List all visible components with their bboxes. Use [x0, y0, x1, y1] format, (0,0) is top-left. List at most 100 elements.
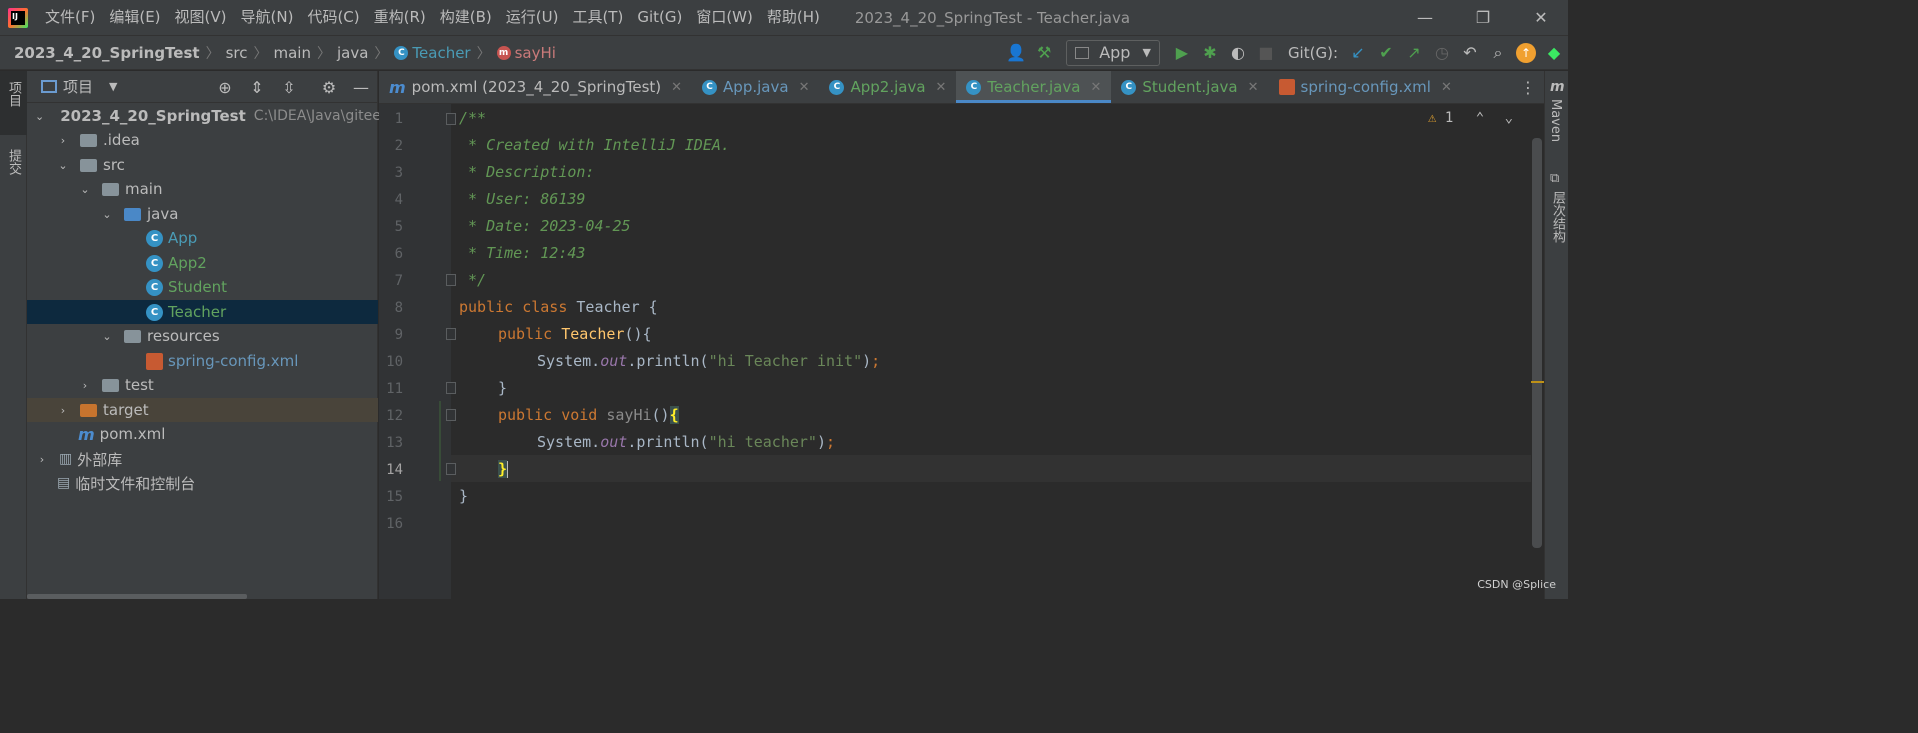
collapse-all-icon[interactable]: ⇳	[279, 77, 299, 97]
code-editor[interactable]: 1 2 3 4 5 6 7 8 9 10 11 12 13 14 15 16 /…	[379, 104, 1531, 599]
menu-file[interactable]: 文件(F)	[38, 0, 102, 35]
tab-pom-xml[interactable]: m pom.xml (2023_4_20_SpringTest) ✕	[379, 71, 692, 103]
menu-edit[interactable]: 编辑(E)	[102, 0, 167, 35]
tab-teacher-java[interactable]: C Teacher.java ✕	[956, 71, 1112, 103]
debug-icon[interactable]: ✱	[1196, 39, 1224, 67]
tree-item-pom[interactable]: m pom.xml	[27, 422, 378, 446]
search-icon[interactable]: ⌕	[1484, 39, 1512, 67]
fold-marker-icon[interactable]	[446, 328, 456, 340]
close-icon[interactable]: ✕	[936, 80, 947, 95]
tab-spring-config-xml[interactable]: spring-config.xml ✕	[1269, 71, 1462, 103]
chevron-right-icon: ›	[60, 133, 66, 147]
restore-button[interactable]: ❐	[1454, 0, 1512, 35]
menu-tools[interactable]: 工具(T)	[565, 0, 630, 35]
git-update-icon[interactable]: ↙	[1344, 39, 1372, 67]
user-icon[interactable]: 👤	[1002, 39, 1030, 67]
menu-help[interactable]: 帮助(H)	[760, 0, 827, 35]
expand-all-icon[interactable]: ⇕	[247, 77, 267, 97]
locate-file-icon[interactable]: ⊕	[215, 77, 235, 97]
rollback-icon[interactable]: ↶	[1456, 39, 1484, 67]
project-horizontal-scrollbar[interactable]	[27, 594, 247, 599]
tool-tab-structure[interactable]: 层次结构	[1548, 191, 1567, 243]
tree-item-test[interactable]: › test	[27, 373, 378, 397]
tool-tab-project[interactable]: 项目	[4, 81, 23, 107]
tree-item-project-root[interactable]: ⌄ 2023_4_20_SpringTest C:\IDEA\Java\gite…	[27, 104, 381, 128]
breadcrumb-sayhi[interactable]: m sayHi	[496, 44, 556, 62]
stop-icon[interactable]: ■	[1252, 39, 1280, 67]
menu-refactor[interactable]: 重构(R)	[367, 0, 433, 35]
tree-item-student[interactable]: C Student	[27, 275, 378, 299]
fold-marker-icon[interactable]	[446, 382, 456, 394]
close-window-button[interactable]: ✕	[1512, 0, 1570, 35]
tree-item-idea[interactable]: › .idea	[27, 128, 378, 152]
menu-run[interactable]: 运行(U)	[499, 0, 566, 35]
git-push-icon[interactable]: ↗	[1400, 39, 1428, 67]
tab-app2-java[interactable]: C App2.java ✕	[819, 71, 956, 103]
previous-highlight-icon[interactable]: ⌃	[1476, 110, 1484, 126]
line-number: 2	[394, 138, 403, 154]
maven-icon: m	[78, 424, 95, 444]
tree-item-app[interactable]: C App	[27, 226, 378, 250]
breadcrumb-main[interactable]: main	[273, 44, 310, 62]
tree-item-spring-config[interactable]: spring-config.xml	[27, 349, 378, 373]
scrollbar-thumb[interactable]	[1532, 138, 1542, 548]
more-tabs-icon[interactable]: ⋮	[1520, 78, 1536, 97]
build-hammer-icon[interactable]: ⚒	[1030, 39, 1058, 67]
hide-panel-icon[interactable]: —	[351, 77, 371, 97]
menu-view[interactable]: 视图(V)	[168, 0, 234, 35]
coverage-icon[interactable]: ◐	[1224, 39, 1252, 67]
source-folder-icon	[124, 207, 141, 221]
project-panel-title[interactable]: 项目	[63, 76, 93, 97]
breadcrumb-teacher[interactable]: C Teacher	[394, 44, 471, 62]
tree-item-main[interactable]: ⌄ main	[27, 177, 378, 201]
next-highlight-icon[interactable]: ⌄	[1505, 110, 1513, 126]
menu-window[interactable]: 窗口(W)	[689, 0, 760, 35]
close-icon[interactable]: ✕	[1248, 80, 1259, 95]
editor-vertical-scrollbar[interactable]	[1531, 104, 1545, 599]
close-icon[interactable]: ✕	[1441, 80, 1452, 95]
tab-student-java[interactable]: C Student.java ✕	[1111, 71, 1268, 103]
tree-item-java[interactable]: ⌄ java	[27, 202, 378, 226]
tree-item-src[interactable]: ⌄ src	[27, 153, 378, 177]
gear-icon[interactable]: ⚙	[319, 77, 339, 97]
menu-build[interactable]: 构建(B)	[433, 0, 499, 35]
tab-label: Teacher.java	[987, 78, 1081, 96]
close-icon[interactable]: ✕	[1090, 80, 1101, 95]
tree-item-target[interactable]: › target	[27, 398, 378, 422]
fold-marker-icon[interactable]	[446, 463, 456, 475]
close-icon[interactable]: ✕	[799, 80, 810, 95]
breadcrumb-project[interactable]: 2023_4_20_SpringTest	[14, 44, 200, 62]
tab-app-java[interactable]: C App.java ✕	[692, 71, 819, 103]
run-configuration-select[interactable]: App ▼	[1066, 39, 1160, 66]
chevron-down-icon[interactable]: ▼	[109, 80, 117, 93]
fold-marker-icon[interactable]	[446, 409, 456, 421]
tree-item-external-libraries[interactable]: › ▥ 外部库	[27, 447, 378, 471]
git-commit-icon[interactable]: ✔	[1372, 39, 1400, 67]
tree-label: 临时文件和控制台	[75, 474, 196, 493]
tree-item-app2[interactable]: C App2	[27, 251, 378, 275]
menu-git[interactable]: Git(G)	[630, 0, 689, 35]
history-icon[interactable]: ◷	[1428, 39, 1456, 67]
fold-marker-icon[interactable]	[446, 274, 456, 286]
jetbrains-toolbox-icon[interactable]: ◆	[1540, 39, 1568, 67]
breadcrumb-src[interactable]: src	[226, 44, 248, 62]
close-icon[interactable]: ✕	[671, 80, 682, 95]
tool-tab-maven[interactable]: Maven	[1548, 99, 1563, 142]
scratch-icon: ▤	[57, 475, 71, 491]
update-available-icon[interactable]: ↑	[1512, 39, 1540, 67]
tool-tab-commit[interactable]: 提交	[4, 149, 23, 175]
fold-marker-icon[interactable]	[446, 113, 456, 125]
menu-navigate[interactable]: 导航(N)	[234, 0, 301, 35]
tree-item-resources[interactable]: ⌄ resources	[27, 324, 378, 348]
code-line-1: /**	[459, 109, 487, 127]
inspection-widget[interactable]: ⚠ 1 ⌃ ⌄	[1428, 110, 1513, 126]
tree-item-scratches[interactable]: ▤ 临时文件和控制台	[27, 471, 378, 495]
code-line-15: }	[459, 487, 469, 505]
tree-item-teacher[interactable]: C Teacher	[27, 300, 378, 324]
menu-code[interactable]: 代码(C)	[300, 0, 366, 35]
warning-stripe-marker[interactable]	[1531, 381, 1545, 383]
breadcrumb-java[interactable]: java	[337, 44, 368, 62]
minimize-button[interactable]: —	[1396, 0, 1454, 35]
run-icon[interactable]: ▶	[1168, 39, 1196, 67]
class-icon: C	[1121, 79, 1137, 95]
